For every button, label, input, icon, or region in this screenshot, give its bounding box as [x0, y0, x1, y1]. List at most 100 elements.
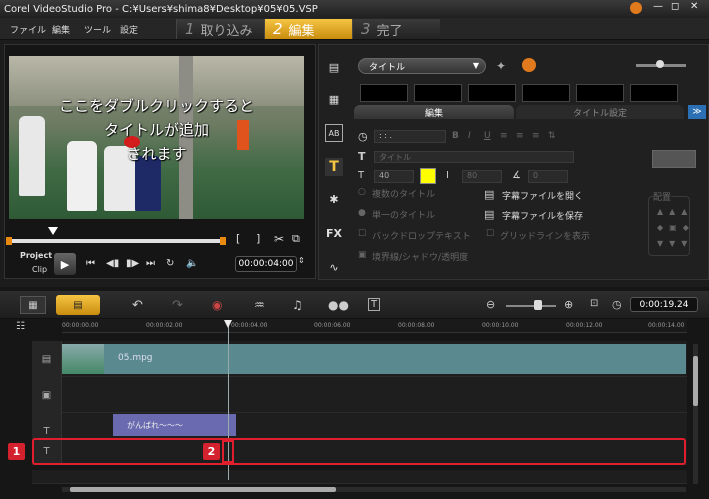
expand-options-button[interactable]: ≫ — [688, 105, 706, 119]
title-thumbnail[interactable] — [630, 84, 678, 102]
auto-music-icon[interactable]: ♫ — [292, 298, 303, 312]
vertical-text-icon[interactable]: ⇅ — [548, 131, 556, 141]
instant-project-icon[interactable]: ▦ — [325, 90, 343, 108]
italic-icon[interactable]: I — [468, 131, 471, 141]
save-subtitle-button[interactable]: 字幕ファイルを保存 — [502, 209, 583, 222]
align-left-icon[interactable]: ≡ — [500, 131, 508, 141]
text-color-swatch[interactable] — [420, 168, 436, 184]
zoom-out-icon[interactable]: ⊖ — [486, 298, 495, 311]
repeat-icon[interactable]: ↻ — [166, 258, 174, 269]
sound-mixer-icon[interactable]: ♒ — [254, 298, 265, 312]
storyboard-view-button[interactable]: ▦ — [20, 296, 46, 314]
record-capture-icon[interactable]: ◉ — [212, 298, 222, 312]
style-preset-dropdown[interactable] — [652, 150, 696, 168]
step-edit[interactable]: 2 編集 — [264, 19, 352, 39]
tab-title-settings[interactable]: タイトル設定 — [516, 105, 684, 119]
title-clip[interactable]: がんばれ～～～ — [113, 414, 236, 436]
underline-icon[interactable]: U — [484, 131, 491, 141]
mark-in-button[interactable]: [ — [236, 232, 240, 245]
bold-icon[interactable]: B — [452, 131, 459, 141]
backdrop-checkbox[interactable]: ☐ — [358, 229, 366, 239]
font-size-field[interactable]: 40 — [374, 170, 414, 183]
help-icon[interactable] — [630, 2, 642, 14]
subtitle-editor-icon[interactable]: T — [368, 298, 381, 311]
title-thumbnail[interactable] — [576, 84, 624, 102]
clip-mode-label[interactable]: Clip — [32, 265, 47, 274]
title-icon[interactable]: T — [325, 158, 343, 176]
library-dropdown[interactable]: タイトル ▼ — [358, 58, 486, 74]
video-clip[interactable]: 05.mpg — [62, 344, 686, 374]
home-icon[interactable]: ⏮ — [86, 258, 95, 269]
trim-end-handle[interactable] — [220, 237, 226, 245]
voice-track[interactable] — [32, 470, 687, 484]
menu-edit[interactable]: 編集 — [52, 23, 70, 36]
align-center-icon[interactable]: ≡ — [516, 131, 524, 141]
graphic-icon[interactable]: ✱ — [325, 190, 343, 208]
restore-icon[interactable]: ◻ — [671, 1, 679, 12]
title-overlay-text[interactable]: ここをダブルクリックすると タイトルが追加 されます — [9, 94, 304, 166]
title-thumbnail[interactable] — [468, 84, 516, 102]
angle-field[interactable]: 0 — [528, 170, 568, 183]
align-bottom-row-icon[interactable]: ▼▼▼ — [657, 239, 693, 248]
step-share[interactable]: 3 完了 — [352, 19, 440, 39]
align-right-icon[interactable]: ≡ — [532, 131, 540, 141]
redo-icon[interactable]: ↷ — [172, 298, 183, 313]
path-icon[interactable]: ∿ — [325, 258, 343, 276]
save-subtitle-icon[interactable]: ▤ — [484, 208, 494, 221]
timecode-spinner[interactable]: ⇕ — [298, 256, 305, 265]
playhead-handle[interactable] — [224, 320, 232, 328]
play-button[interactable]: ▶ — [54, 253, 76, 275]
playhead-marker[interactable] — [48, 227, 58, 235]
zoom-slider-handle[interactable] — [534, 300, 542, 310]
horizontal-scroll-thumb[interactable] — [70, 487, 336, 492]
undo-icon[interactable]: ↶ — [132, 298, 143, 313]
trim-start-handle[interactable] — [6, 237, 12, 245]
open-subtitle-button[interactable]: 字幕ファイルを開く — [502, 189, 583, 202]
border-icon[interactable]: ▣ — [358, 250, 367, 260]
mark-out-button[interactable]: ] — [256, 232, 260, 245]
font-dropdown[interactable]: タイトル — [374, 151, 574, 163]
timeline-view-button[interactable]: ▤ — [56, 295, 100, 315]
overlay-track[interactable]: ▣ — [32, 377, 687, 413]
duration-field[interactable]: : : . — [374, 130, 446, 143]
motion-tracking-icon[interactable]: ●● — [328, 298, 349, 312]
menu-tools[interactable]: ツール — [84, 23, 111, 36]
fit-to-window-icon[interactable]: ⊡ — [590, 298, 598, 309]
track-manager-icon[interactable]: ☷ — [16, 321, 25, 332]
open-subtitle-icon[interactable]: ▤ — [484, 188, 494, 201]
grid-checkbox[interactable]: ☐ — [486, 229, 494, 239]
vertical-scroll-thumb[interactable] — [693, 356, 698, 406]
transition-icon[interactable]: AB — [325, 124, 343, 142]
next-frame-icon[interactable]: ▮▶ — [126, 258, 139, 269]
help-icon[interactable] — [522, 58, 536, 72]
zoom-slider[interactable] — [506, 305, 556, 307]
line-spacing-field[interactable]: 80 — [462, 170, 502, 183]
alignment-grid[interactable]: 配置 ▲▲▲ ◆▣◆ ▼▼▼ — [648, 190, 693, 256]
minimize-icon[interactable]: — — [653, 1, 663, 12]
align-top-row-icon[interactable]: ▲▲▲ — [657, 207, 693, 216]
align-middle-row-icon[interactable]: ◆▣◆ — [657, 223, 695, 232]
media-icon[interactable]: ▤ — [325, 58, 343, 76]
volume-icon[interactable]: 🔈 — [186, 258, 198, 269]
scrub-bar[interactable] — [8, 239, 224, 243]
single-title-radio[interactable]: ● — [358, 208, 366, 218]
title-thumbnail[interactable] — [360, 84, 408, 102]
project-mode-label[interactable]: Project — [20, 251, 52, 260]
menu-file[interactable]: ファイル — [10, 23, 46, 36]
slider-handle[interactable] — [656, 60, 664, 68]
zoom-in-icon[interactable]: ⊕ — [564, 298, 573, 311]
enlarge-icon[interactable]: ⧉ — [292, 232, 300, 246]
close-icon[interactable]: ✕ — [690, 1, 698, 12]
preview-video[interactable]: ここをダブルクリックすると タイトルが追加 されます — [9, 56, 304, 219]
previous-frame-icon[interactable]: ◀▮ — [106, 258, 119, 269]
end-icon[interactable]: ⏭ — [146, 258, 155, 269]
multi-title-radio[interactable]: ○ — [358, 187, 366, 197]
preview-timecode[interactable]: 00:00:04:00 — [235, 256, 297, 272]
scissors-icon[interactable]: ✂ — [274, 232, 284, 246]
title-thumbnail[interactable] — [522, 84, 570, 102]
fx-filter-icon[interactable]: FX — [325, 224, 343, 242]
step-capture[interactable]: 1 取り込み — [176, 19, 264, 39]
add-to-library-icon[interactable]: ✦ — [496, 59, 506, 73]
menu-settings[interactable]: 設定 — [120, 23, 138, 36]
tab-edit[interactable]: 編集 — [354, 105, 514, 119]
